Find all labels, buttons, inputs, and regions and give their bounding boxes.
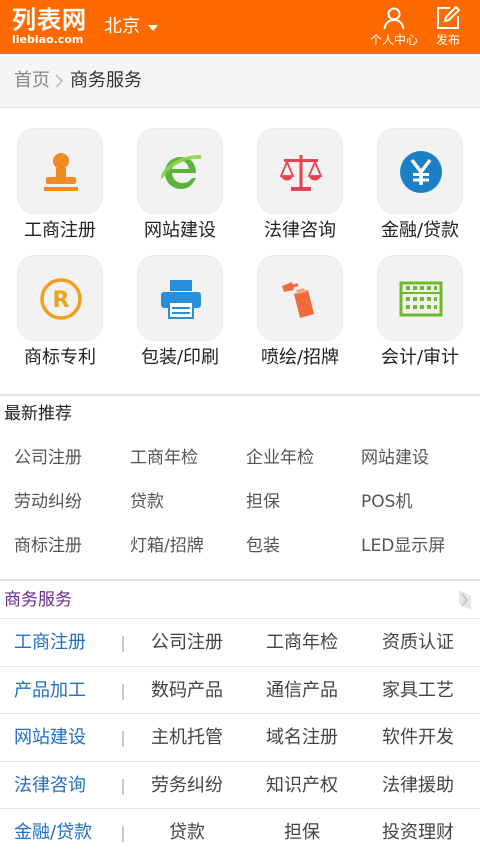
- edit-icon: [437, 6, 460, 29]
- category-item[interactable]: 喷绘/招牌: [240, 235, 360, 368]
- category-label: 商标专利: [24, 347, 96, 368]
- latest-item[interactable]: 灯箱/招牌: [130, 534, 204, 558]
- category-tile[interactable]: [377, 255, 463, 341]
- service-sub-link[interactable]: 知识产权: [246, 774, 358, 798]
- category-item[interactable]: 法律咨询: [240, 108, 360, 241]
- service-sub-link[interactable]: 域名注册: [246, 726, 358, 750]
- category-tile[interactable]: [17, 128, 103, 214]
- chevron-right-icon[interactable]: [459, 590, 471, 610]
- registered-icon: R: [40, 278, 82, 320]
- category-tile[interactable]: [257, 255, 343, 341]
- service-row: 工商注册 公司注册 工商年检 资质认证: [0, 618, 480, 666]
- latest-item[interactable]: 工商年检: [130, 446, 198, 470]
- breadcrumb-home[interactable]: 首页: [14, 69, 50, 93]
- abacus-icon: [399, 281, 443, 317]
- latest-item[interactable]: 网站建设: [361, 446, 429, 470]
- row-separator: [122, 636, 124, 652]
- site-logo[interactable]: 列表网 liebiao.com: [12, 6, 96, 48]
- service-sub-link[interactable]: 担保: [246, 821, 358, 845]
- category-item[interactable]: 金融/贷款: [360, 108, 480, 241]
- latest-item[interactable]: 包装: [246, 534, 280, 558]
- category-tile[interactable]: [377, 128, 463, 214]
- service-row: 法律咨询 劳务纠纷 知识产权 法律援助: [0, 761, 480, 809]
- breadcrumb: 首页 商务服务: [0, 54, 480, 108]
- latest-item[interactable]: 企业年检: [246, 446, 314, 470]
- service-sub-link[interactable]: 贷款: [131, 821, 243, 845]
- category-label: 喷绘/招牌: [260, 347, 340, 368]
- service-sub-link[interactable]: 公司注册: [131, 631, 243, 655]
- category-label: 会计/审计: [380, 347, 460, 368]
- latest-item[interactable]: LED显示屏: [361, 534, 445, 558]
- service-sub-link[interactable]: 数码产品: [131, 679, 243, 703]
- top-header: 列表网 liebiao.com 北京 个人中心 发布: [0, 0, 480, 54]
- category-tile[interactable]: R: [17, 255, 103, 341]
- latest-item[interactable]: 公司注册: [14, 446, 82, 470]
- logo-domain: liebiao.com: [12, 33, 84, 46]
- service-row: 金融/贷款 贷款 担保 投资理财: [0, 808, 480, 854]
- user-center-button[interactable]: 个人中心: [364, 6, 424, 50]
- latest-item[interactable]: POS机: [361, 490, 412, 514]
- category-label: 包装/印刷: [140, 347, 220, 368]
- latest-item[interactable]: 担保: [246, 490, 280, 514]
- service-sub-link[interactable]: 家具工艺: [362, 679, 474, 703]
- logo-text: 列表网: [12, 6, 87, 34]
- latest-section-title: 最新推荐: [4, 404, 72, 424]
- row-separator: [122, 684, 124, 700]
- service-category-link[interactable]: 金融/贷款: [14, 821, 92, 845]
- user-center-label: 个人中心: [369, 33, 418, 47]
- latest-item[interactable]: 贷款: [130, 490, 164, 514]
- category-item[interactable]: 包装/印刷: [120, 235, 240, 368]
- service-category-link[interactable]: 工商注册: [14, 631, 86, 655]
- post-label: 发布: [435, 33, 460, 47]
- service-row: 产品加工 数码产品 通信产品 家具工艺: [0, 666, 480, 714]
- category-item[interactable]: 会计/审计: [360, 235, 480, 368]
- row-separator: [122, 779, 124, 795]
- service-category-link[interactable]: 网站建设: [14, 726, 86, 750]
- breadcrumb-current: 商务服务: [70, 70, 142, 91]
- category-tile[interactable]: [137, 128, 223, 214]
- services-section-title: 商务服务: [4, 590, 72, 610]
- svg-text:R: R: [53, 288, 70, 313]
- printer-icon: [161, 280, 201, 319]
- service-category-link[interactable]: 法律咨询: [14, 774, 86, 798]
- latest-item[interactable]: 商标注册: [14, 534, 82, 558]
- service-sub-link[interactable]: 工商年检: [246, 631, 358, 655]
- service-sub-link[interactable]: 主机托管: [131, 726, 243, 750]
- section-divider: [0, 394, 480, 396]
- category-grid: 工商注册 网站建设 法律咨询 金融/贷款 R 商标专利 包装/印刷 喷绘/招牌 …: [0, 108, 480, 394]
- row-separator: [122, 826, 124, 842]
- category-item[interactable]: 网站建设: [120, 108, 240, 241]
- service-category-link[interactable]: 产品加工: [14, 679, 86, 703]
- category-tile[interactable]: [257, 128, 343, 214]
- post-button[interactable]: 发布: [428, 6, 468, 50]
- city-selector[interactable]: 北京: [104, 14, 140, 40]
- chevron-right-icon: [55, 74, 64, 88]
- service-sub-link[interactable]: 劳务纠纷: [131, 774, 243, 798]
- service-sub-link[interactable]: 法律援助: [362, 774, 474, 798]
- yen-icon: [400, 151, 442, 193]
- service-row: 网站建设 主机托管 域名注册 软件开发: [0, 713, 480, 761]
- service-sub-link[interactable]: 通信产品: [246, 679, 358, 703]
- browser-e-icon: [160, 155, 202, 189]
- scales-icon: [279, 155, 323, 191]
- category-tile[interactable]: [137, 255, 223, 341]
- section-divider: [0, 579, 480, 581]
- caret-down-icon[interactable]: [148, 25, 158, 31]
- service-sub-link[interactable]: 投资理财: [362, 821, 474, 845]
- stamp-icon: [44, 153, 78, 191]
- service-sub-link[interactable]: 软件开发: [362, 726, 474, 750]
- user-icon: [383, 7, 405, 30]
- latest-item[interactable]: 劳动纠纷: [14, 490, 82, 514]
- category-item[interactable]: R 商标专利: [0, 235, 120, 368]
- service-sub-link[interactable]: 资质认证: [362, 631, 474, 655]
- row-separator: [122, 731, 124, 747]
- category-item[interactable]: 工商注册: [0, 108, 120, 241]
- spray-can-icon: [282, 282, 314, 318]
